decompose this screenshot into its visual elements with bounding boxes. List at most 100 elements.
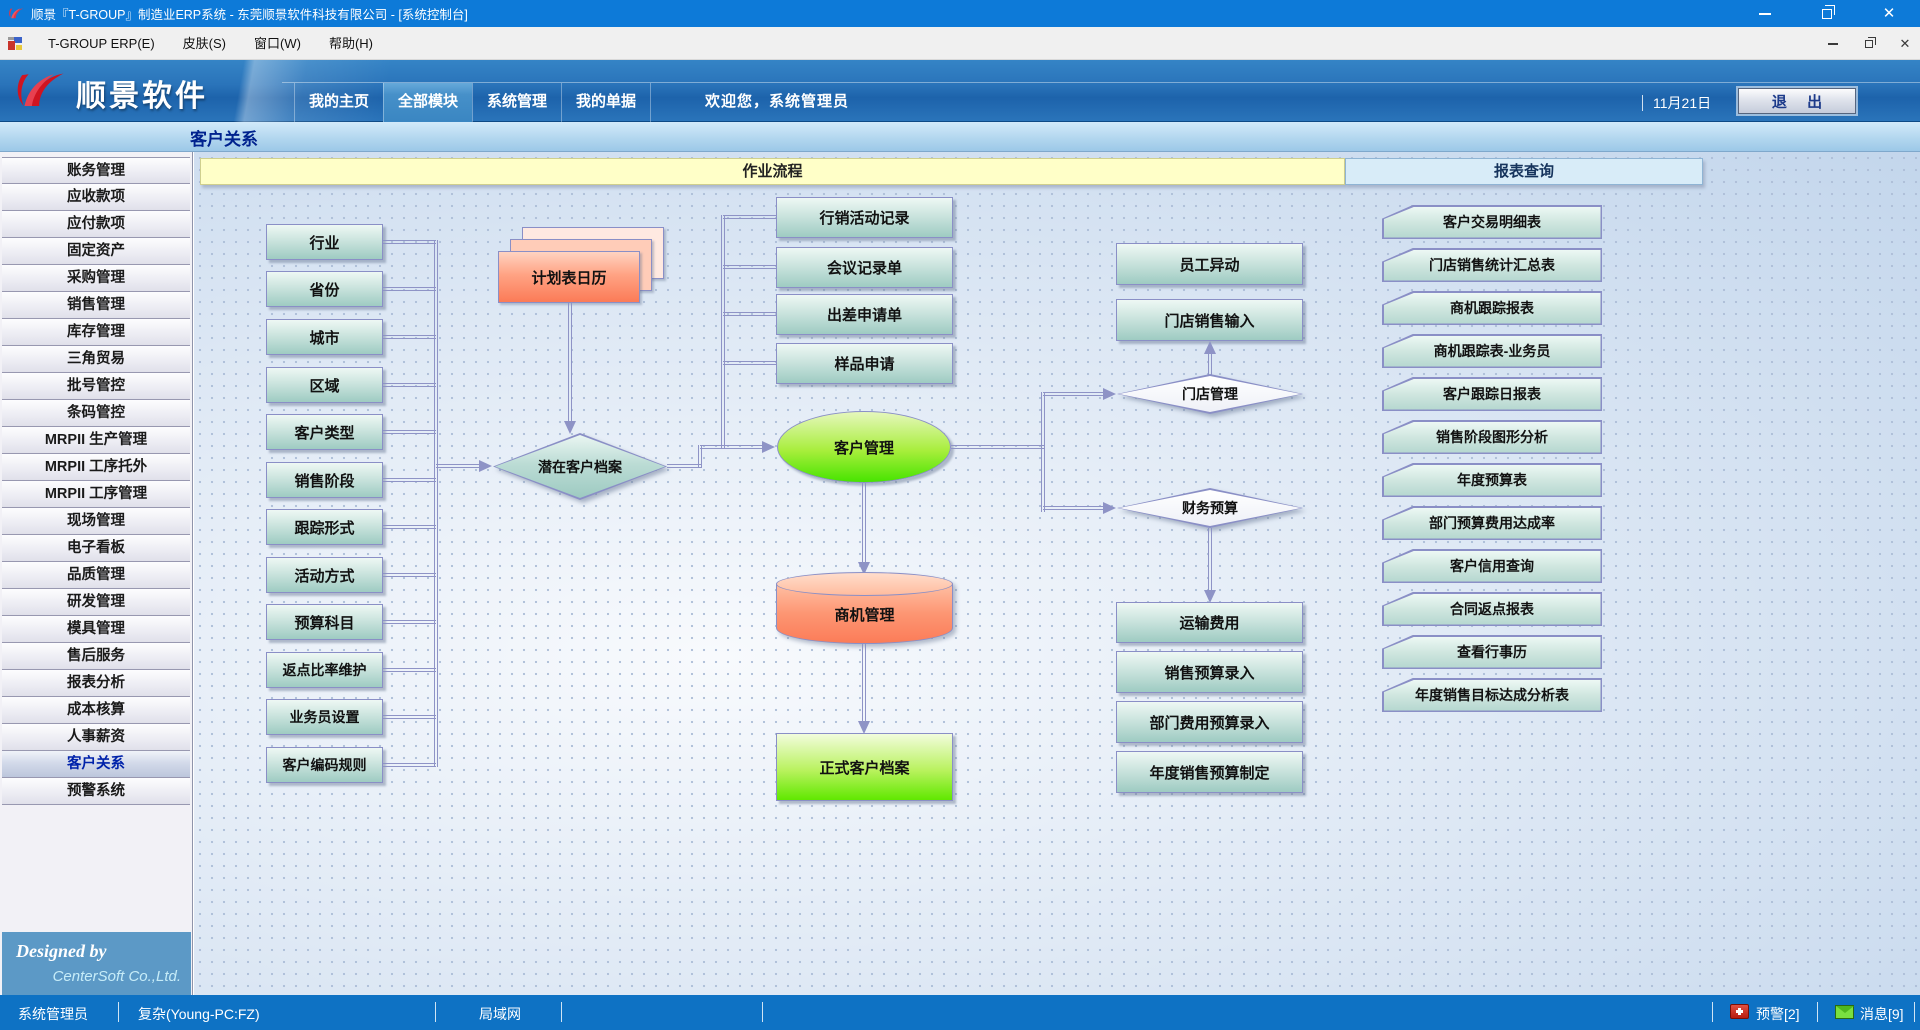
flow-node-dept-expense-budget[interactable]: 部门费用预算录入	[1116, 701, 1303, 743]
flow-node-staff-change[interactable]: 员工异动	[1116, 243, 1303, 285]
sidebar-item-accounting[interactable]: 账务管理	[2, 157, 190, 184]
connector	[383, 620, 436, 624]
sidebar-item-customer-relations[interactable]: 客户关系	[2, 751, 190, 778]
flow-node-customer-code-rule[interactable]: 客户编码规则	[266, 747, 383, 783]
menu-skin[interactable]: 皮肤(S)	[169, 27, 240, 60]
report-customer-transactions[interactable]: 客户交易明细表	[1382, 205, 1602, 239]
sidebar-item-barcode-control[interactable]: 条码管控	[2, 400, 190, 427]
flow-node-province[interactable]: 省份	[266, 271, 383, 307]
connector	[383, 668, 436, 672]
flow-node-industry[interactable]: 行业	[266, 224, 383, 260]
status-user: 系统管理员	[18, 1004, 88, 1024]
flow-node-city[interactable]: 城市	[266, 319, 383, 355]
flow-node-rebate-maintenance[interactable]: 返点比率维护	[266, 652, 383, 688]
sidebar-item-payables[interactable]: 应付款项	[2, 211, 190, 238]
exit-button[interactable]: 退 出	[1738, 88, 1856, 114]
close-icon: ✕	[1883, 6, 1896, 21]
flow-node-sample-request[interactable]: 样品申请	[776, 343, 953, 384]
sidebar-item-fixed-assets[interactable]: 固定资产	[2, 238, 190, 265]
menu-help[interactable]: 帮助(H)	[315, 27, 387, 60]
sidebar-item-shopfloor[interactable]: 现场管理	[2, 508, 190, 535]
shunjing-logo-icon	[8, 6, 24, 21]
sidebar-item-mrp2-production[interactable]: MRPII 生产管理	[2, 427, 190, 454]
tab-system-mgmt[interactable]: 系统管理	[472, 83, 561, 122]
sidebar-item-report-analysis[interactable]: 报表分析	[2, 670, 190, 697]
minimize-button[interactable]	[1734, 0, 1796, 27]
report-store-sales-summary[interactable]: 门店销售统计汇总表	[1382, 248, 1602, 282]
flow-node-store-sales-input[interactable]: 门店销售输入	[1116, 299, 1303, 341]
report-opportunity-by-salesman[interactable]: 商机跟踪表-业务员	[1382, 334, 1602, 368]
report-annual-sales-target[interactable]: 年度销售目标达成分析表	[1382, 678, 1602, 712]
menu-tgroup-erp[interactable]: T-GROUP ERP(E)	[34, 27, 169, 60]
connector	[667, 464, 702, 468]
mdi-minimize-button[interactable]	[1824, 35, 1842, 53]
tab-my-documents[interactable]: 我的单据	[561, 83, 651, 122]
report-customer-credit[interactable]: 客户信用查询	[1382, 549, 1602, 583]
mdi-restore-button[interactable]	[1860, 35, 1878, 53]
flow-node-region[interactable]: 区域	[266, 367, 383, 403]
sidebar-item-mold[interactable]: 模具管理	[2, 616, 190, 643]
flow-node-store-mgmt[interactable]: 门店管理	[1117, 374, 1303, 414]
report-view-calendar[interactable]: 查看行事历	[1382, 635, 1602, 669]
sidebar-item-mrp2-outsourcing[interactable]: MRPII 工序托外	[2, 454, 190, 481]
flow-node-marketing-activity[interactable]: 行销活动记录	[776, 197, 953, 238]
report-contract-rebate[interactable]: 合同返点报表	[1382, 592, 1602, 626]
report-annual-budget[interactable]: 年度预算表	[1382, 463, 1602, 497]
connector-bus	[434, 240, 438, 767]
flow-node-meeting-record[interactable]: 会议记录单	[776, 247, 953, 288]
flow-node-potential-customer[interactable]: 潜在客户档案	[493, 433, 667, 500]
company-label: CenterSoft Co.,Ltd.	[53, 968, 181, 985]
arrowhead	[762, 441, 775, 453]
flow-node-schedule-calendar[interactable]: 计划表日历	[498, 251, 640, 303]
tab-my-home[interactable]: 我的主页	[294, 83, 383, 122]
flow-node-tracking-form[interactable]: 跟踪形式	[266, 509, 383, 545]
flow-node-transport-cost[interactable]: 运输费用	[1116, 602, 1303, 643]
sidebar-item-triangle-trade[interactable]: 三角贸易	[2, 346, 190, 373]
sidebar-item-e-kanban[interactable]: 电子看板	[2, 535, 190, 562]
sidebar-item-after-sales[interactable]: 售后服务	[2, 643, 190, 670]
connector	[436, 464, 480, 468]
connector	[383, 478, 436, 482]
report-dept-budget-achievement[interactable]: 部门预算费用达成率	[1382, 506, 1602, 540]
sidebar-item-batch-control[interactable]: 批号管控	[2, 373, 190, 400]
message-status-button[interactable]: 消息[9]	[1860, 1004, 1904, 1024]
connector	[383, 335, 436, 339]
flow-node-sales-stage[interactable]: 销售阶段	[266, 462, 383, 498]
tab-all-modules[interactable]: 全部模块	[383, 83, 472, 122]
arrowhead	[1103, 502, 1116, 514]
report-sales-stage-graph[interactable]: 销售阶段图形分析	[1382, 420, 1602, 454]
flow-node-annual-sales-budget[interactable]: 年度销售预算制定	[1116, 751, 1303, 793]
close-button[interactable]: ✕	[1858, 0, 1920, 27]
flow-node-budget-subject[interactable]: 预算科目	[266, 604, 383, 640]
flow-node-customer-type[interactable]: 客户类型	[266, 414, 383, 450]
flow-node-activity-mode[interactable]: 活动方式	[266, 557, 383, 593]
flow-node-finance-budget[interactable]: 财务预算	[1117, 488, 1303, 528]
report-opportunity-tracking[interactable]: 商机跟踪报表	[1382, 291, 1602, 325]
sidebar-item-mrp2-process[interactable]: MRPII 工序管理	[2, 481, 190, 508]
flow-node-business-trip[interactable]: 出差申请单	[776, 294, 953, 335]
sidebar-item-costing[interactable]: 成本核算	[2, 697, 190, 724]
sidebar-item-quality[interactable]: 品质管理	[2, 562, 190, 589]
flow-node-formal-customer[interactable]: 正式客户档案	[776, 733, 953, 801]
alert-status-button[interactable]: 预警[2]	[1756, 1004, 1800, 1024]
menu-window[interactable]: 窗口(W)	[240, 27, 315, 60]
flow-node-sales-budget-entry[interactable]: 销售预算录入	[1116, 651, 1303, 693]
flow-node-opportunity-mgmt[interactable]: 商机管理	[776, 572, 953, 644]
brand-name: 顺景软件	[76, 71, 208, 115]
flow-node-customer-mgmt[interactable]: 客户管理	[777, 411, 951, 483]
sidebar-item-hr-payroll[interactable]: 人事薪资	[2, 724, 190, 751]
sidebar-item-inventory[interactable]: 库存管理	[2, 319, 190, 346]
sidebar-item-purchasing[interactable]: 采购管理	[2, 265, 190, 292]
app-icon	[8, 37, 22, 50]
status-separator	[435, 1002, 436, 1022]
sidebar-item-rnd[interactable]: 研发管理	[2, 589, 190, 616]
restore-button[interactable]	[1796, 0, 1858, 27]
connector	[1043, 506, 1105, 510]
mdi-close-button[interactable]: ✕	[1896, 35, 1914, 53]
flow-node-salesman-setup[interactable]: 业务员设置	[266, 699, 383, 735]
report-customer-tracking-daily[interactable]: 客户跟踪日报表	[1382, 377, 1602, 411]
sidebar-item-receivables[interactable]: 应收款项	[2, 184, 190, 211]
connector	[1043, 392, 1105, 396]
sidebar-item-alert-system[interactable]: 预警系统	[2, 778, 190, 805]
sidebar-item-sales[interactable]: 销售管理	[2, 292, 190, 319]
